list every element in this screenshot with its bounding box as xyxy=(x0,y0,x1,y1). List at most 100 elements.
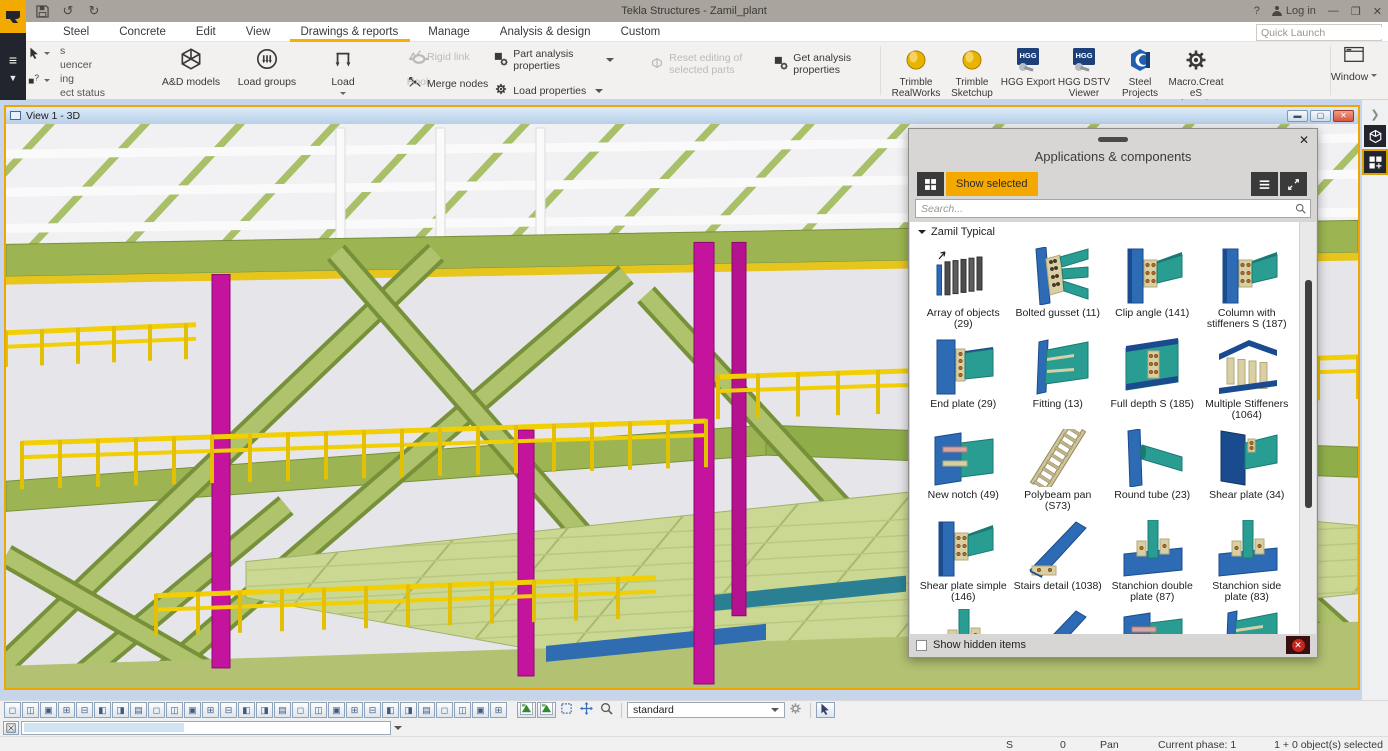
selection-switch-5[interactable]: ⊟ xyxy=(76,702,93,718)
tekla-logo-icon[interactable] xyxy=(0,0,26,33)
component-item-stanchion-side-plate-83[interactable]: Stanchion side plate (83) xyxy=(1200,515,1295,606)
command-input[interactable] xyxy=(21,721,391,735)
tab-steel[interactable]: Steel xyxy=(48,26,104,38)
selection-filter-dropdown[interactable]: standard xyxy=(627,702,785,718)
tab-view[interactable]: View xyxy=(231,26,286,38)
file-menu-rail[interactable]: ≡ ▼ xyxy=(0,33,26,100)
selection-switch-13[interactable]: ⊟ xyxy=(220,702,237,718)
rigid-link-button[interactable]: Rigid link xyxy=(408,48,488,65)
image-flag-button[interactable] xyxy=(517,702,536,718)
view-close-button[interactable]: ✕ xyxy=(1333,110,1354,122)
selection-switch-17[interactable]: ◻ xyxy=(292,702,309,718)
component-search-input[interactable] xyxy=(916,203,1295,215)
selection-switch-1[interactable]: ◻ xyxy=(4,702,21,718)
selection-switch-15[interactable]: ◨ xyxy=(256,702,273,718)
drag-and-drop-button[interactable] xyxy=(816,702,835,718)
show-selected-button[interactable]: Show selected xyxy=(946,172,1038,196)
selection-switch-16[interactable]: ▤ xyxy=(274,702,291,718)
panel-scrollbar[interactable] xyxy=(1299,222,1316,634)
component-item-array-of-objects-29[interactable]: Array of objects (29) xyxy=(916,242,1011,333)
collapse-panel-button[interactable] xyxy=(1280,172,1307,196)
selection-switch-18[interactable]: ◫ xyxy=(310,702,327,718)
help-button[interactable]: ? xyxy=(1254,5,1260,17)
a-d-models-button[interactable]: A&D models xyxy=(160,44,222,101)
component-item-stanchion-double-plate-87[interactable]: Stanchion double plate (87) xyxy=(1105,515,1200,606)
view-minimize-button[interactable]: ▬ xyxy=(1287,110,1308,122)
thumbnail-view-button[interactable] xyxy=(917,172,944,196)
selection-switch-6[interactable]: ◧ xyxy=(94,702,111,718)
load-properties-button[interactable]: Load properties xyxy=(494,82,614,99)
selection-switch-20[interactable]: ⊞ xyxy=(346,702,363,718)
select-cursor-button[interactable] xyxy=(28,46,50,59)
chevron-right-icon[interactable]: ❯ xyxy=(1362,100,1388,121)
tab-custom[interactable]: Custom xyxy=(606,26,676,38)
command-icon-button[interactable] xyxy=(3,721,19,735)
component-item-clip-angle-141[interactable]: Clip angle (141) xyxy=(1105,242,1200,333)
filter-settings-button[interactable] xyxy=(786,702,805,718)
component-item-partial[interactable] xyxy=(1105,606,1200,634)
quick-launch-input[interactable] xyxy=(1257,27,1388,39)
restore-button[interactable]: ❐ xyxy=(1351,5,1361,18)
component-item-bolted-gusset-11[interactable]: Bolted gusset (11) xyxy=(1011,242,1106,333)
load-button[interactable]: Load xyxy=(312,44,374,101)
show-hidden-checkbox[interactable] xyxy=(916,640,927,651)
component-item-shear-plate-34[interactable]: Shear plate (34) xyxy=(1200,424,1295,515)
selection-switch-27[interactable]: ▣ xyxy=(472,702,489,718)
undo-icon[interactable]: ↺ xyxy=(60,3,76,19)
selection-switch-14[interactable]: ◧ xyxy=(238,702,255,718)
tab-manage[interactable]: Manage xyxy=(413,26,485,38)
section-header-zamil-typical[interactable]: Zamil Typical xyxy=(910,222,1316,240)
component-item-full-depth-s-185[interactable]: Full depth S (185) xyxy=(1105,333,1200,424)
panel-close-icon[interactable]: ✕ xyxy=(1299,133,1309,147)
component-item-fitting-13[interactable]: Fitting (13) xyxy=(1011,333,1106,424)
selection-switch-10[interactable]: ◫ xyxy=(166,702,183,718)
selection-switch-12[interactable]: ⊞ xyxy=(202,702,219,718)
selection-switch-9[interactable]: ◻ xyxy=(148,702,165,718)
component-item-stairs-detail-1038[interactable]: Stairs detail (1038) xyxy=(1011,515,1106,606)
selection-switch-28[interactable]: ⊞ xyxy=(490,702,507,718)
view-maximize-button[interactable]: ▢ xyxy=(1310,110,1331,122)
save-icon[interactable] xyxy=(34,3,50,19)
selection-switch-25[interactable]: ◻ xyxy=(436,702,453,718)
component-item-polybeam-pan-s73[interactable]: Polybeam pan (S73) xyxy=(1011,424,1106,515)
selection-switch-26[interactable]: ◫ xyxy=(454,702,471,718)
close-button[interactable]: ✕ xyxy=(1373,5,1382,18)
component-item-shear-plate-simple-146[interactable]: Shear plate simple (146) xyxy=(916,515,1011,606)
move-button[interactable] xyxy=(577,702,596,718)
view-titlebar[interactable]: View 1 - 3D ▬ ▢ ✕ xyxy=(6,107,1358,124)
drag-handle[interactable] xyxy=(1098,137,1128,142)
chevron-down-icon[interactable]: ▼ xyxy=(9,73,18,83)
get-analysis-properties-button[interactable]: Get analysis properties xyxy=(774,52,894,76)
stop-button[interactable]: ✕ xyxy=(1286,636,1310,654)
load-groups-button[interactable]: Load groups xyxy=(236,44,298,101)
component-search-box[interactable] xyxy=(915,199,1311,218)
zoom-button[interactable] xyxy=(597,702,616,718)
reference-models-button[interactable] xyxy=(1364,125,1386,147)
selection-switch-4[interactable]: ⊞ xyxy=(58,702,75,718)
selection-switch-8[interactable]: ▤ xyxy=(130,702,147,718)
window-menu-button[interactable]: Window xyxy=(1328,44,1380,83)
tab-drawings-reports[interactable]: Drawings & reports xyxy=(285,26,413,38)
component-item-partial[interactable] xyxy=(1200,606,1295,634)
tab-analysis-design[interactable]: Analysis & design xyxy=(485,26,606,38)
login-button[interactable]: Log in xyxy=(1272,5,1316,17)
selection-switch-7[interactable]: ◨ xyxy=(112,702,129,718)
inquire-button[interactable]: ? xyxy=(28,73,50,86)
selection-switch-2[interactable]: ◫ xyxy=(22,702,39,718)
selection-switch-21[interactable]: ⊟ xyxy=(364,702,381,718)
selection-switch-19[interactable]: ▣ xyxy=(328,702,345,718)
component-item-multiple-stiffeners-1064[interactable]: Multiple Stiffeners (1064) xyxy=(1200,333,1295,424)
minimize-button[interactable]: — xyxy=(1328,5,1339,17)
tab-concrete[interactable]: Concrete xyxy=(104,26,181,38)
reset-editing-of-selected-parts-button[interactable]: Reset editing of selected parts xyxy=(650,52,768,76)
select-area-button[interactable] xyxy=(557,702,576,718)
component-item-end-plate-29[interactable]: End plate (29) xyxy=(916,333,1011,424)
component-item-column-with-stiffeners-s-187[interactable]: Column with stiffeners S (187) xyxy=(1200,242,1295,333)
list-view-button[interactable] xyxy=(1251,172,1278,196)
hamburger-menu-icon[interactable]: ≡ xyxy=(9,55,17,65)
selection-switch-22[interactable]: ◧ xyxy=(382,702,399,718)
component-item-partial[interactable] xyxy=(916,606,1011,634)
quick-launch-box[interactable] xyxy=(1256,24,1382,41)
image-flag-button[interactable] xyxy=(537,702,556,718)
component-item-partial[interactable] xyxy=(1011,606,1106,634)
